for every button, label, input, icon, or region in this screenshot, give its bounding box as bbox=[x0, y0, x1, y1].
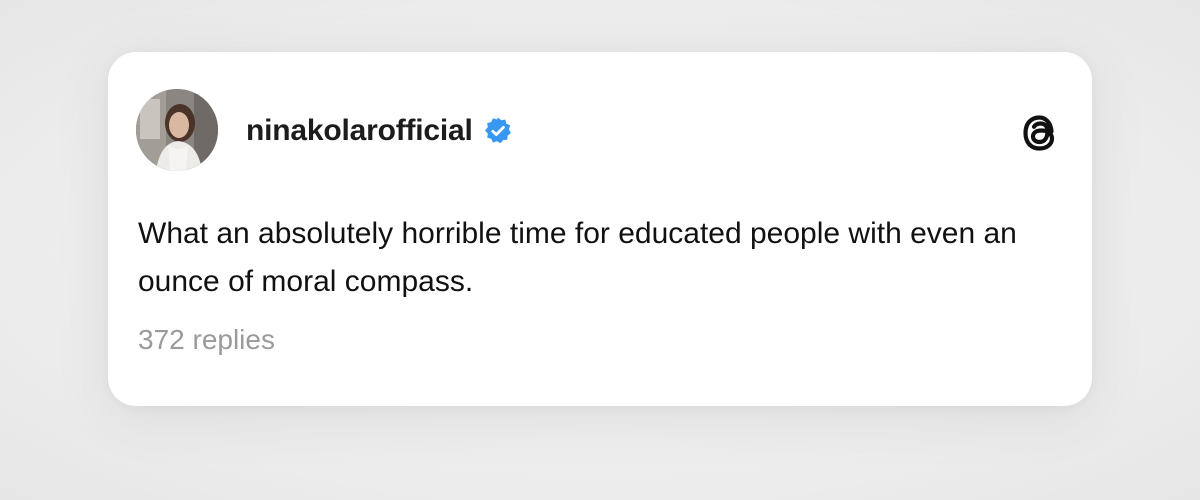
verified-check-icon bbox=[483, 116, 513, 146]
author-row: ninakolarofficial bbox=[246, 110, 513, 152]
username[interactable]: ninakolarofficial bbox=[246, 114, 473, 148]
threads-logo-icon[interactable] bbox=[1018, 109, 1062, 157]
avatar-photo bbox=[136, 89, 218, 171]
screenshot-background: ninakolarofficial What an absolutely hor… bbox=[0, 0, 1200, 500]
avatar[interactable] bbox=[136, 89, 218, 171]
post-card[interactable]: ninakolarofficial What an absolutely hor… bbox=[108, 52, 1092, 406]
post-text: What an absolutely horrible time for edu… bbox=[138, 217, 1017, 298]
replies-count[interactable]: 372 replies bbox=[138, 324, 275, 356]
